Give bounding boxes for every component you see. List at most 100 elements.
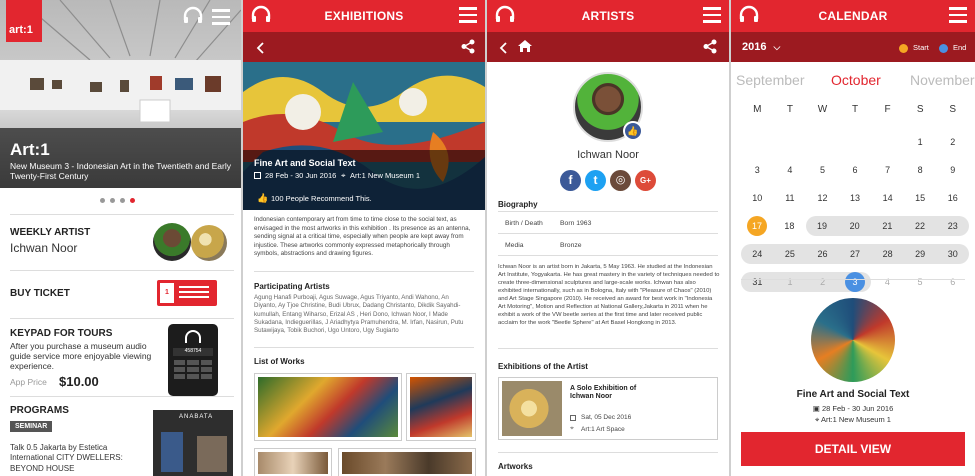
- day-cell-start[interactable]: 17: [747, 216, 767, 236]
- artist-exhibition-card[interactable]: A Solo Exhibition of Ichwan Noor Sat, 05…: [498, 377, 718, 440]
- dot[interactable]: [100, 198, 105, 203]
- birth-value: Born 1963: [560, 220, 592, 227]
- buy-ticket-row[interactable]: BUY TICKET 1: [0, 270, 241, 318]
- artist-avatar: [153, 223, 191, 261]
- google-plus-icon[interactable]: G+: [635, 170, 656, 191]
- programs-card[interactable]: PROGRAMS SEMINAR Talk 0.5 Jakarta by Est…: [0, 396, 241, 476]
- prev-month[interactable]: September: [736, 72, 804, 88]
- share-icon[interactable]: [461, 39, 475, 59]
- day-cell-other-month[interactable]: 5: [904, 272, 937, 292]
- back-icon[interactable]: [499, 41, 507, 59]
- day-cell[interactable]: 20: [838, 216, 871, 236]
- carousel-dots[interactable]: [100, 198, 135, 203]
- work-thumb-1[interactable]: [254, 373, 402, 441]
- participating-label: Participating Artists: [254, 282, 330, 291]
- instagram-icon[interactable]: ◎: [610, 170, 631, 191]
- day-cell-other-month[interactable]: 2: [806, 272, 839, 292]
- day-cell-other-month[interactable]: 1: [774, 272, 807, 292]
- day-cell-other-month[interactable]: 6: [936, 272, 969, 292]
- page-title: EXHIBITIONS: [324, 9, 404, 23]
- dot[interactable]: [120, 198, 125, 203]
- keypad-desc: After you purchase a museum audio guide …: [10, 341, 152, 371]
- day-cell: [741, 132, 774, 152]
- day-cell[interactable]: 19: [806, 216, 839, 236]
- next-month[interactable]: November: [910, 72, 975, 88]
- day-cell[interactable]: 11: [774, 188, 807, 208]
- like-badge-icon[interactable]: 👍: [623, 121, 643, 141]
- day-cell[interactable]: 14: [871, 188, 904, 208]
- day-cell[interactable]: 3: [741, 160, 774, 180]
- day-cell[interactable]: 12: [806, 188, 839, 208]
- thumbs-up-icon[interactable]: 👍: [257, 193, 268, 204]
- dot[interactable]: [110, 198, 115, 203]
- day-cell[interactable]: 16: [936, 188, 969, 208]
- home-icon[interactable]: [517, 39, 533, 58]
- work-thumb-2[interactable]: [406, 373, 476, 441]
- day-cell[interactable]: 26: [806, 244, 839, 264]
- day-cell[interactable]: 23: [936, 216, 969, 236]
- day-cell[interactable]: 21: [871, 216, 904, 236]
- day-cell[interactable]: 4: [774, 160, 807, 180]
- facebook-icon[interactable]: f: [560, 170, 581, 191]
- menu-icon[interactable]: [703, 7, 721, 27]
- location-icon: ⌖: [570, 425, 574, 432]
- exhibitions-screen: EXHIBITIONS Fine Art and Social Text 28 …: [243, 0, 485, 476]
- event-date: 28 Feb - 30 Jun 2016: [821, 404, 894, 413]
- current-month: October: [831, 72, 881, 88]
- work-thumb-3[interactable]: [254, 448, 332, 476]
- calendar-icon: [254, 172, 261, 179]
- location-icon: ⌖: [341, 171, 346, 180]
- menu-icon[interactable]: [212, 9, 230, 29]
- day-cell[interactable]: 13: [839, 188, 872, 208]
- programs-label: PROGRAMS: [10, 405, 69, 416]
- day-cell[interactable]: 27: [839, 244, 872, 264]
- menu-icon[interactable]: [459, 7, 477, 27]
- day-cell[interactable]: 1: [904, 132, 937, 152]
- dot-active[interactable]: [130, 198, 135, 203]
- year-selector[interactable]: 2016 ⌵: [742, 41, 780, 53]
- keypad-card[interactable]: KEYPAD FOR TOURS After you purchase a mu…: [0, 318, 241, 396]
- day-cell[interactable]: 30: [936, 244, 969, 264]
- hero-title: Art:1: [10, 140, 50, 159]
- calendar-grid: 1 2 3 4 5 6 7 8 9 10 11 12 13 14 15 16 17 18 19 20 21 22 23 24 2…: [741, 128, 969, 296]
- exhibition-date: 28 Feb - 30 Jun 2016: [265, 171, 337, 180]
- day-cell[interactable]: 29: [904, 244, 937, 264]
- day-cell[interactable]: 6: [839, 160, 872, 180]
- day-cell-other-month[interactable]: 4: [871, 272, 904, 292]
- day-cell[interactable]: 8: [904, 160, 937, 180]
- day-cell[interactable]: 15: [904, 188, 937, 208]
- day-cell[interactable]: 18: [773, 216, 806, 236]
- headphones-icon[interactable]: [495, 5, 515, 26]
- day-cell[interactable]: 31: [741, 272, 774, 292]
- hero-banner[interactable]: art:1 Art:1 New Museum 3 - Indonesian Ar…: [0, 0, 241, 188]
- menu-icon[interactable]: [949, 7, 967, 27]
- exhibition-hero[interactable]: Fine Art and Social Text 28 Feb - 30 Jun…: [243, 62, 485, 210]
- day-cell[interactable]: 28: [871, 244, 904, 264]
- detail-view-button[interactable]: DETAIL VIEW: [741, 432, 965, 466]
- day-cell[interactable]: 22: [904, 216, 937, 236]
- weekly-artist-card[interactable]: WEEKLY ARTIST Ichwan Noor: [0, 214, 241, 270]
- headphones-icon[interactable]: [251, 5, 271, 26]
- weekday-label: T: [786, 104, 793, 115]
- day-cell[interactable]: 10: [741, 188, 774, 208]
- day-cell[interactable]: 25: [774, 244, 807, 264]
- back-icon[interactable]: [256, 41, 264, 59]
- social-links: f t ◎ G+: [560, 170, 656, 191]
- day-cell-end[interactable]: 3: [845, 272, 866, 292]
- work-thumb-4[interactable]: [338, 448, 476, 476]
- buy-ticket-label: BUY TICKET: [10, 288, 70, 299]
- location-icon: ⌖: [815, 415, 820, 424]
- day-cell[interactable]: 5: [806, 160, 839, 180]
- share-icon[interactable]: [703, 39, 717, 59]
- program-poster: ANABATA: [153, 410, 233, 476]
- calendar-icon: ▣: [812, 404, 820, 413]
- day-cell[interactable]: 7: [871, 160, 904, 180]
- day-cell[interactable]: 24: [741, 244, 774, 264]
- app-logo[interactable]: art:1: [6, 0, 42, 42]
- day-cell[interactable]: 9: [936, 160, 969, 180]
- day-cell[interactable]: 2: [936, 132, 969, 152]
- calendar-screen: CALENDAR 2016 ⌵ Start End September Octo…: [731, 0, 975, 476]
- headphones-icon[interactable]: [183, 6, 203, 29]
- twitter-icon[interactable]: t: [585, 170, 606, 191]
- headphones-icon[interactable]: [739, 5, 759, 26]
